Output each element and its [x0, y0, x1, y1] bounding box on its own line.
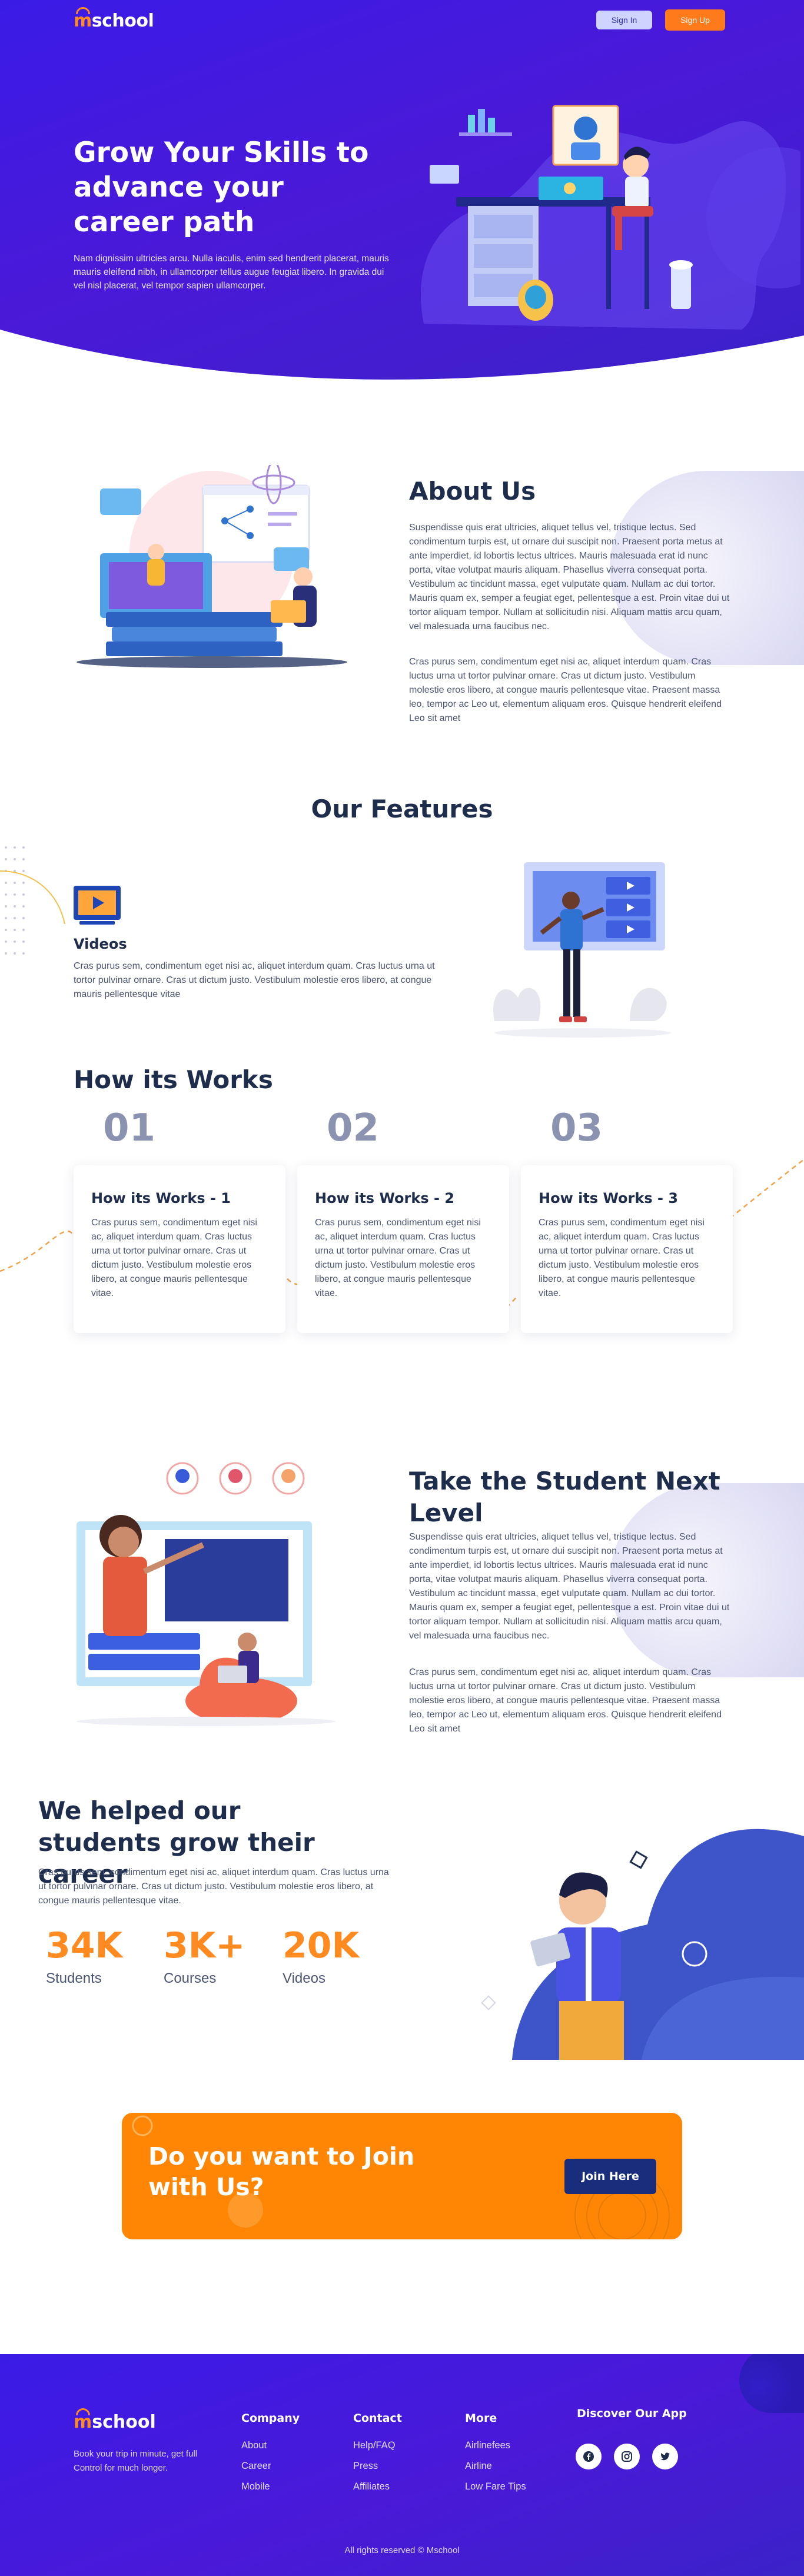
join-banner: Do you want to Join with Us? Join Here	[122, 2113, 682, 2239]
works-title: How its Works	[74, 1065, 273, 1094]
instagram-icon[interactable]	[614, 2444, 640, 2469]
hero-wave	[0, 330, 804, 400]
about-paragraph-2: Cras purus sem, condimentum eget nisi ac…	[409, 657, 722, 723]
next-level-illustration	[77, 1462, 335, 1726]
next-level-paragraph-1: Suspendisse quis erat ultricies, aliquet…	[409, 1532, 730, 1641]
next-level-section: Take the Student Next Level Suspendisse …	[0, 1412, 804, 1777]
step-number: 03	[550, 1106, 603, 1150]
stat-videos: 20K Videos	[283, 1924, 359, 1987]
footer-more-column: More Airlinefees Airline Low Fare Tips	[465, 2412, 526, 2502]
logo-text: school	[91, 11, 154, 31]
copyright: All rights reserved © Mschool	[344, 2545, 460, 2555]
footer-link-career[interactable]: Career	[241, 2461, 300, 2472]
about-title: About Us	[409, 477, 536, 506]
step-number: 01	[103, 1106, 156, 1150]
how-it-works-section: How its Works 01 How its Works - 1 Cras …	[0, 1053, 804, 1412]
footer-link-mobile[interactable]: Mobile	[241, 2481, 300, 2492]
feature-text: Cras purus sem, condimentum eget nisi ac…	[74, 961, 435, 999]
step-number: 02	[327, 1106, 380, 1150]
join-here-button[interactable]: Join Here	[564, 2159, 656, 2194]
stat-label: Courses	[164, 1970, 217, 1986]
decorative-dots	[0, 846, 65, 955]
work-card-text: Cras purus sem, condimentum eget nisi ac…	[539, 1218, 705, 1298]
logo-m: m	[74, 2412, 92, 2432]
discover-app-title: Discover Our App	[577, 2407, 687, 2420]
footer-logo[interactable]: mschool	[74, 2412, 156, 2432]
features-illustration	[493, 862, 671, 1038]
sign-up-button[interactable]: Sign Up	[665, 9, 725, 31]
footer-contact-column: Contact Help/FAQ Press Affiliates	[353, 2412, 402, 2502]
footer-tagline: Book your trip in minute, get full Contr…	[74, 2449, 198, 2473]
next-level-title: Take the Student Next Level	[409, 1467, 720, 1527]
work-card-title: How its Works - 3	[539, 1190, 678, 1206]
hero-title: Grow Your Skills to advance your career …	[74, 137, 369, 238]
logo[interactable]: mschool	[74, 11, 154, 31]
stat-label: Videos	[283, 1970, 325, 1986]
work-card: How its Works - 3 Cras purus sem, condim…	[521, 1165, 733, 1333]
about-paragraph-1: Suspendisse quis erat ultricies, aliquet…	[409, 523, 730, 631]
decorative-circle	[739, 2354, 804, 2413]
stats-section: We helped our students grow their career…	[0, 1777, 804, 2060]
work-card-text: Cras purus sem, condimentum eget nisi ac…	[91, 1218, 257, 1298]
footer-column-title: Company	[241, 2412, 300, 2425]
footer-link-low-fare-tips[interactable]: Low Fare Tips	[465, 2481, 526, 2492]
join-title: Do you want to Join with Us?	[148, 2142, 415, 2201]
hero-text: Nam dignissim ultricies arcu. Nulla iacu…	[74, 254, 389, 291]
footer-link-affiliates[interactable]: Affiliates	[353, 2481, 402, 2492]
facebook-icon[interactable]	[576, 2444, 602, 2469]
footer-link-airline[interactable]: Airline	[465, 2461, 526, 2472]
work-card-title: How its Works - 1	[91, 1190, 231, 1206]
stat-students: 34K Students	[46, 1924, 122, 1987]
footer-link-press[interactable]: Press	[353, 2461, 402, 2472]
footer-company-column: Company About Career Mobile	[241, 2412, 300, 2502]
logo-text: school	[92, 2412, 156, 2432]
features-title: Our Features	[311, 795, 493, 823]
footer: mschool Book your trip in minute, get fu…	[0, 2354, 804, 2576]
footer-column-title: Contact	[353, 2412, 402, 2425]
hero-section: mschool Sign In Sign Up Grow Your Skills…	[0, 0, 804, 400]
video-icon	[74, 886, 121, 925]
work-step-3: 03 How its Works - 3 Cras purus sem, con…	[521, 1106, 733, 1336]
feature-title: Videos	[74, 936, 127, 952]
stat-value: 3K+	[164, 1925, 245, 1966]
stat-value: 20K	[283, 1925, 359, 1966]
stat-label: Students	[46, 1970, 102, 1986]
footer-link-about[interactable]: About	[241, 2440, 300, 2451]
work-step-1: 01 How its Works - 1 Cras purus sem, con…	[74, 1106, 285, 1336]
twitter-icon[interactable]	[652, 2444, 678, 2469]
logo-m: m	[74, 11, 92, 31]
work-card: How its Works - 2 Cras purus sem, condim…	[297, 1165, 509, 1333]
join-section: Do you want to Join with Us? Join Here	[0, 2060, 804, 2354]
work-card-text: Cras purus sem, condimentum eget nisi ac…	[315, 1218, 481, 1298]
footer-column-title: More	[465, 2412, 497, 2425]
work-card-title: How its Works - 2	[315, 1190, 454, 1206]
footer-link-help[interactable]: Help/FAQ	[353, 2440, 402, 2451]
sign-in-button[interactable]: Sign In	[596, 11, 652, 29]
work-step-2: 02 How its Works - 2 Cras purus sem, con…	[297, 1106, 509, 1336]
footer-link-airlinefees[interactable]: Airlinefees	[465, 2440, 526, 2451]
features-section: Our Features Videos Cras purus sem, cond…	[0, 777, 804, 1053]
stats-text: Cras purus sem, condimentum eget nisi ac…	[38, 1867, 389, 1906]
about-section: About Us Suspendisse quis erat ultricies…	[0, 400, 804, 777]
next-level-paragraph-2: Cras purus sem, condimentum eget nisi ac…	[409, 1667, 722, 1734]
stat-courses: 3K+ Courses	[164, 1924, 245, 1987]
top-nav: mschool Sign In Sign Up	[0, 0, 804, 41]
stats-illustration	[481, 1829, 804, 2060]
work-card: How its Works - 1 Cras purus sem, condim…	[74, 1165, 285, 1333]
about-illustration	[77, 465, 347, 668]
stat-value: 34K	[46, 1925, 122, 1966]
